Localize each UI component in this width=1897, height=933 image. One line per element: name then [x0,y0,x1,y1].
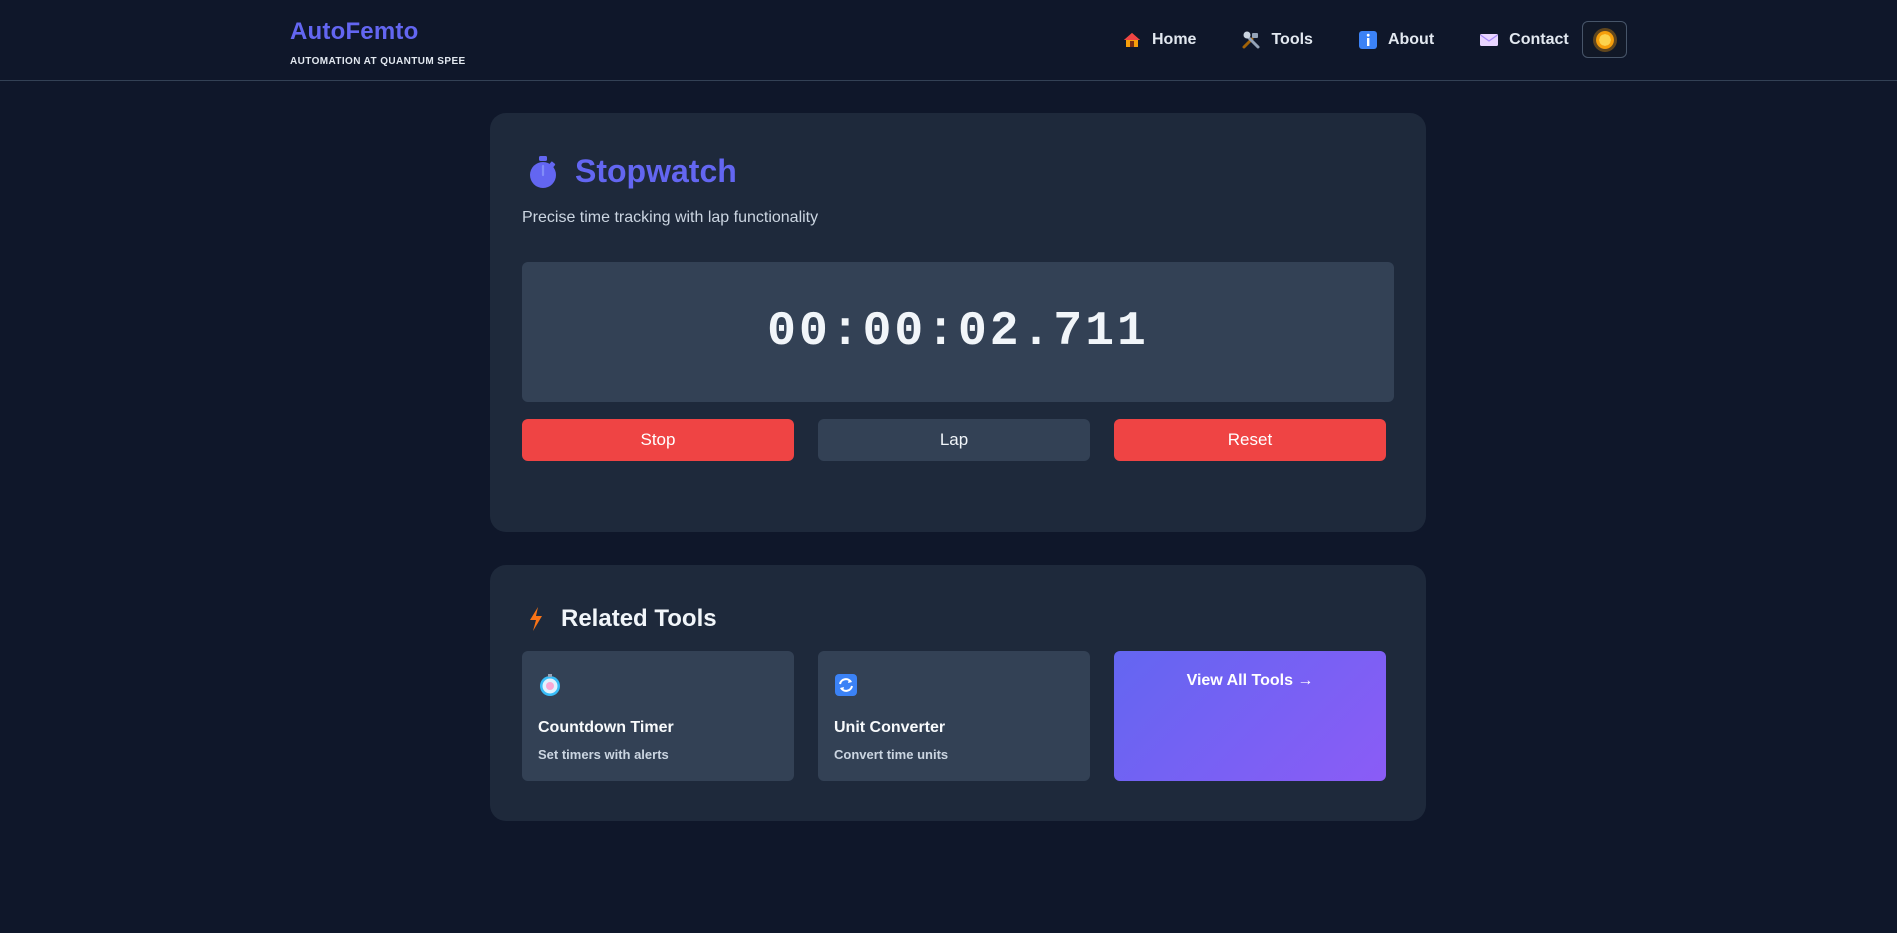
related-tools-title: Related Tools [561,605,717,632]
reset-button[interactable]: Reset [1114,419,1386,461]
time-display: 00:00:02.711 [522,262,1394,402]
related-tools-header: Related Tools [527,605,717,633]
tools-icon [1241,30,1261,50]
sun-icon [1595,30,1614,49]
stopwatch-icon [527,154,559,190]
stopwatch-header: Stopwatch [527,153,737,190]
stop-button[interactable]: Stop [522,419,794,461]
house-icon [1122,30,1142,50]
page-description: Precise time tracking with lap functiona… [522,209,819,226]
view-all-tools-label: View All Tools → [1186,672,1314,689]
tool-card-countdown-timer[interactable]: Countdown Timer Set timers with alerts [522,651,794,781]
nav-contact[interactable]: Contact [1479,30,1569,50]
view-all-tools-button[interactable]: View All Tools → [1114,651,1386,781]
nav-tools[interactable]: Tools [1241,30,1313,50]
lap-button[interactable]: Lap [818,419,1090,461]
nav-home[interactable]: Home [1122,30,1196,50]
info-icon [1358,30,1378,50]
theme-toggle-button[interactable] [1582,21,1627,58]
lightning-icon [527,606,545,632]
top-header: AutoFemto AUTOMATION AT QUANTUM SPEE Hom… [0,0,1897,81]
stopwatch-card: Stopwatch Precise time tracking with lap… [490,113,1426,532]
tool-description: Convert time units [834,747,949,762]
elapsed-time: 00:00:02.711 [767,305,1149,359]
timer-icon [538,673,562,697]
tool-name: Unit Converter [834,719,946,736]
refresh-icon [834,673,858,697]
envelope-icon [1479,30,1499,50]
page-title: Stopwatch [575,153,737,189]
nav-about-label: About [1387,31,1435,48]
nav-tools-label: Tools [1271,31,1313,48]
brand-subtitle: AUTOMATION AT QUANTUM SPEE [290,56,466,67]
tool-card-unit-converter[interactable]: Unit Converter Convert time units [818,651,1090,781]
brand[interactable]: AutoFemto AUTOMATION AT QUANTUM SPEE [290,18,466,67]
nav-home-label: Home [1152,31,1197,48]
nav-contact-label: Contact [1509,31,1569,48]
tool-description: Set timers with alerts [538,747,669,762]
nav-about[interactable]: About [1358,30,1434,50]
related-tools-card: Related Tools Countdown Timer Set timers… [490,565,1426,821]
main-nav: Home Tools About Contact [1122,20,1614,60]
tool-name: Countdown Timer [538,719,674,736]
brand-title[interactable]: AutoFemto [290,18,466,46]
